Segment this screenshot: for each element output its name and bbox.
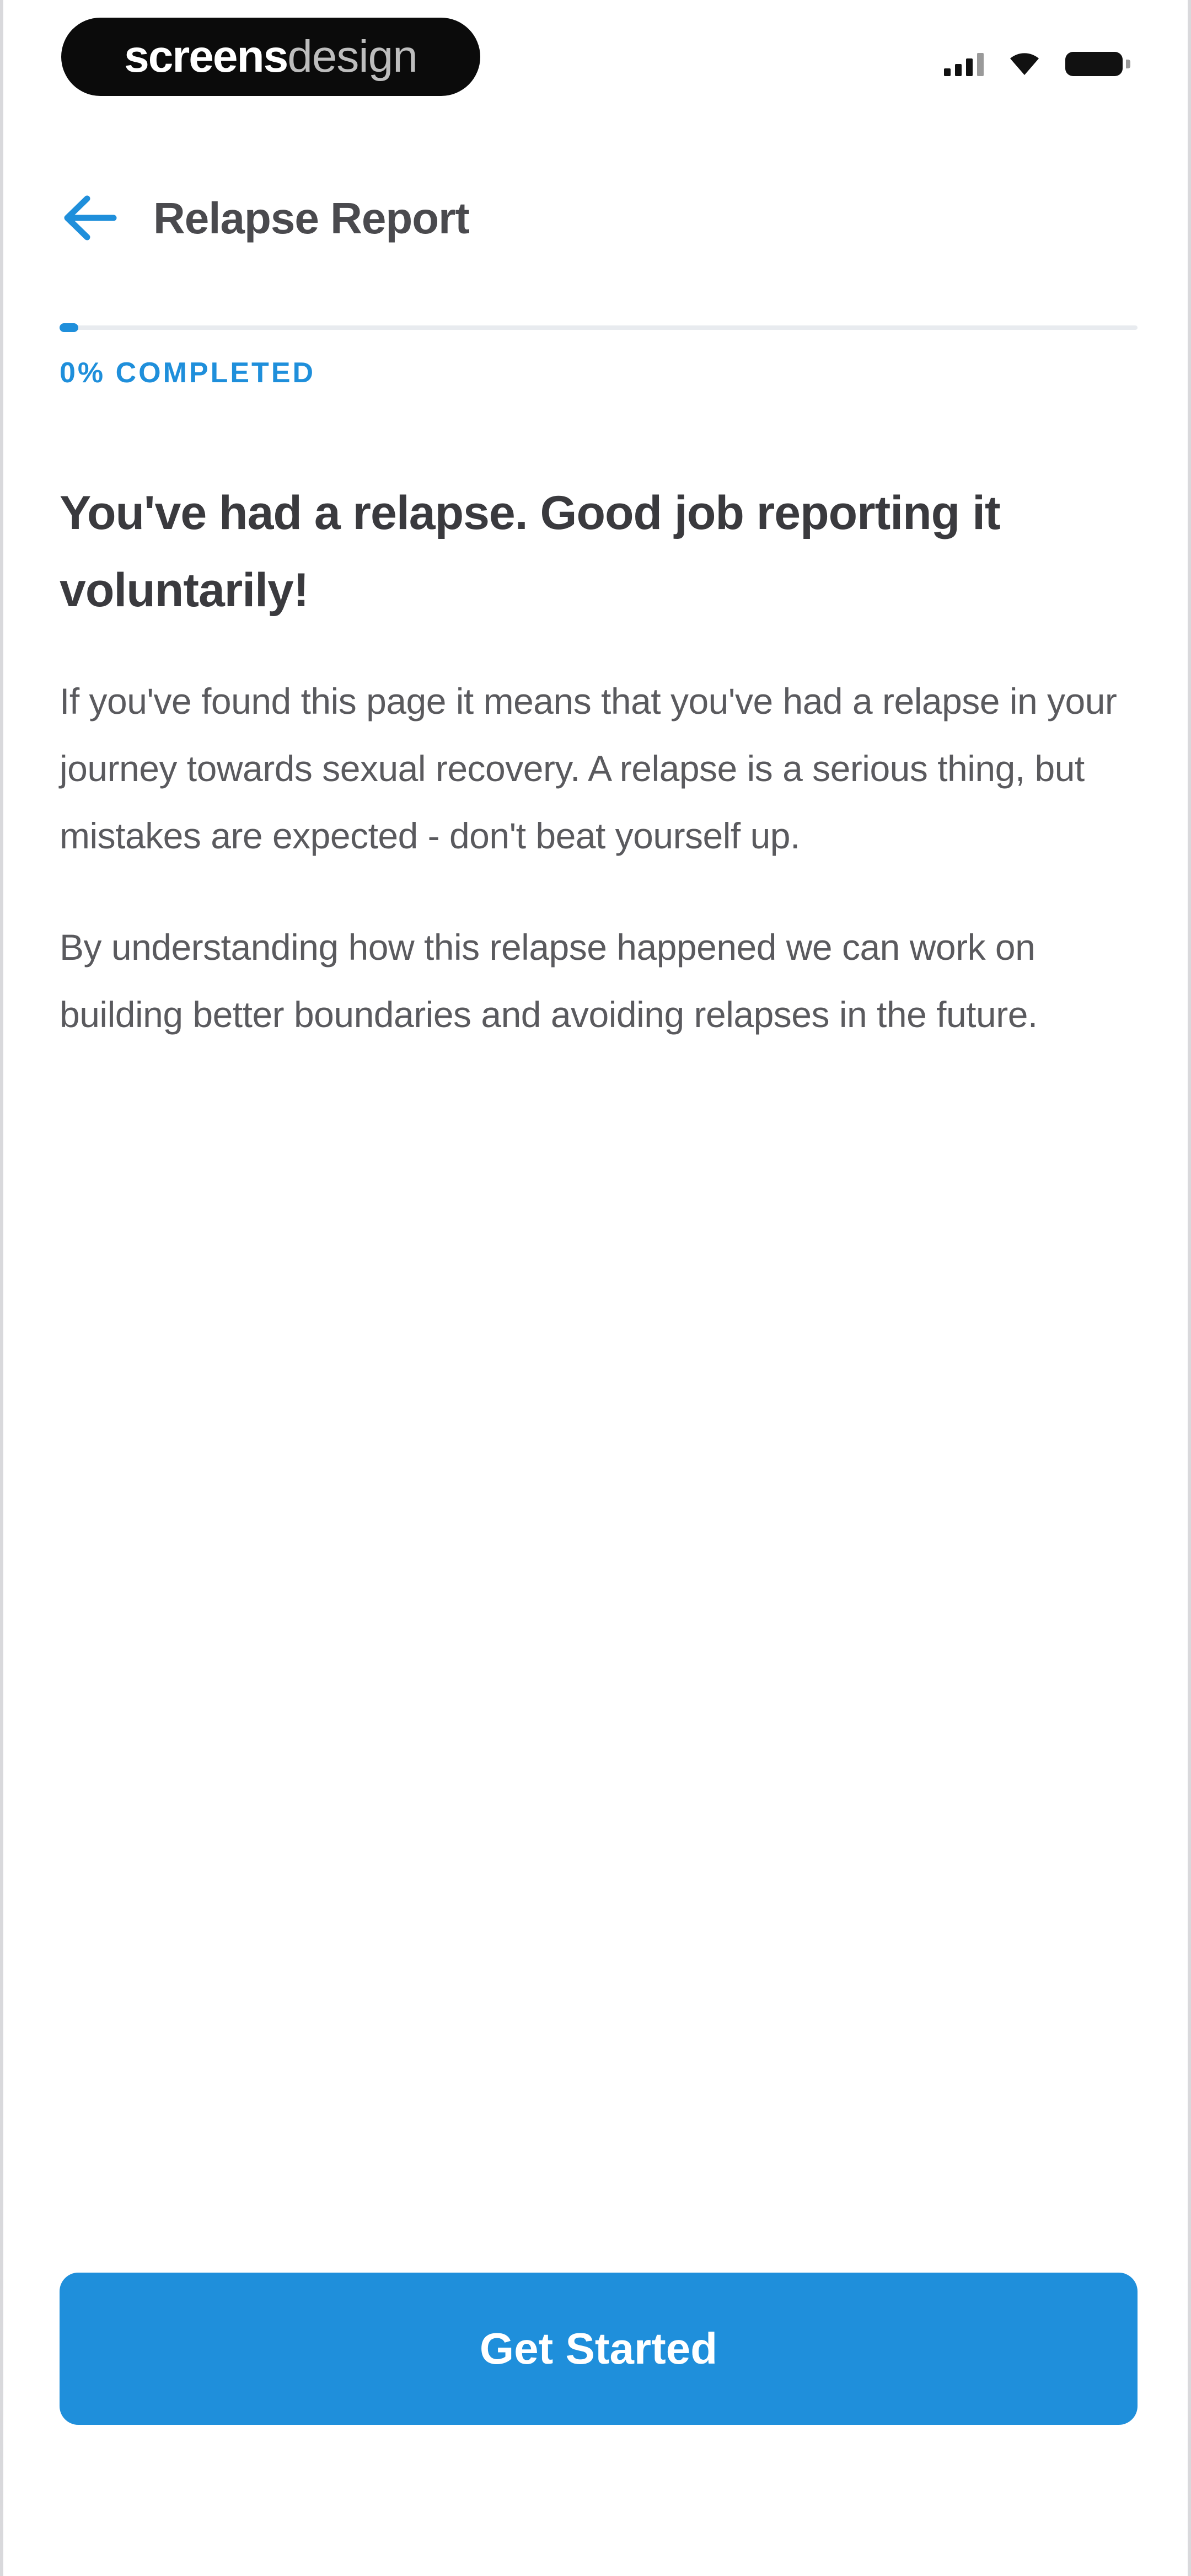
brand-logo-strong: screens (124, 31, 288, 82)
brand-logo-light: design (287, 31, 418, 82)
main-content: You've had a relapse. Good job reporting… (60, 474, 1138, 1048)
page-title: Relapse Report (153, 194, 470, 243)
headline: You've had a relapse. Good job reporting… (60, 487, 1001, 617)
progress-bar (60, 323, 1138, 332)
explanation-paragraph: By understanding how this relapse happen… (60, 927, 1038, 1035)
progress-bar-fill (60, 323, 78, 332)
cellular-signal-icon (944, 52, 984, 76)
wifi-icon (1010, 53, 1039, 75)
app-screen: screens design Relapse Report 0% COMPLETE… (0, 0, 1191, 2576)
progress-label: 0% COMPLETED (60, 357, 316, 389)
top-nav: Relapse Report (3, 165, 1191, 265)
status-bar: screens design (3, 0, 1191, 110)
progress-section: 0% COMPLETED (60, 323, 1138, 389)
back-button[interactable] (53, 188, 125, 248)
battery-icon (1065, 52, 1130, 76)
intro-paragraph: If you've found this page it means that … (60, 681, 1117, 856)
arrow-left-icon (64, 195, 117, 241)
status-icons (944, 51, 1130, 76)
get-started-button[interactable]: Get Started (60, 2273, 1138, 2425)
brand-logo: screens design (61, 18, 480, 96)
